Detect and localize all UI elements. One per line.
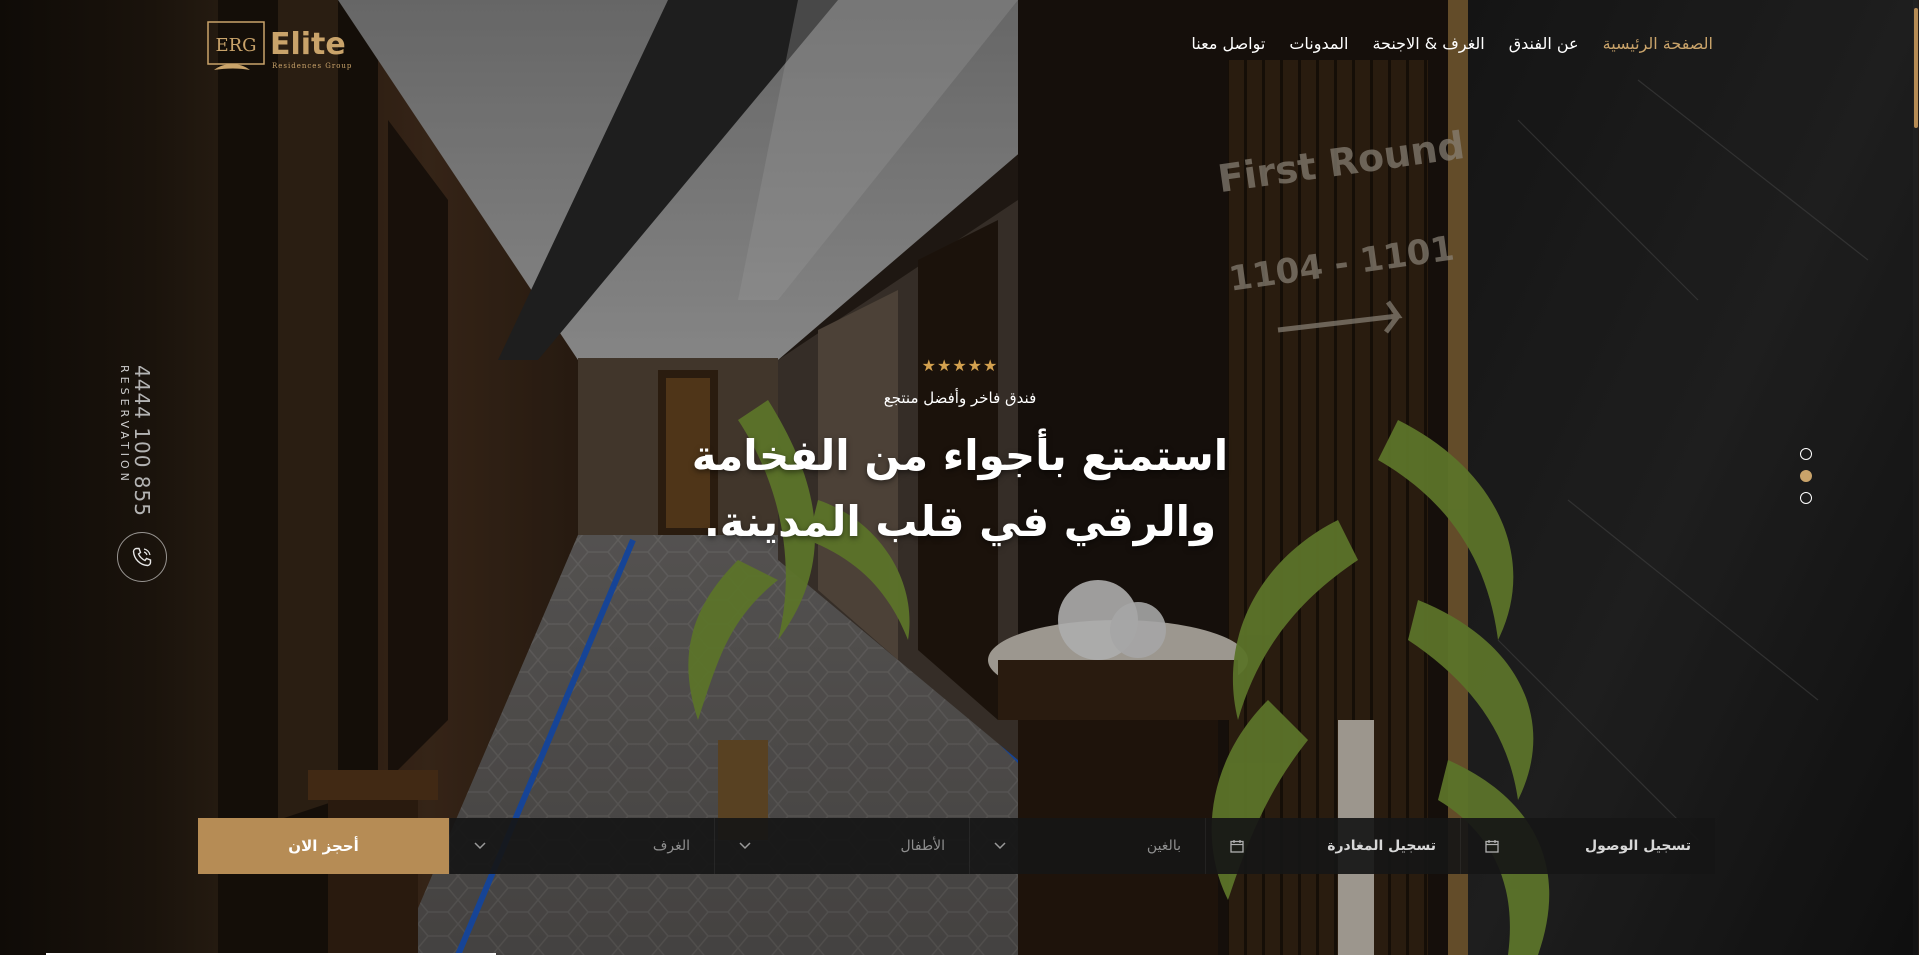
hero-content: ★★★★★ فندق فاخر وأفضل منتجع استمتع بأجوا…	[680, 356, 1240, 555]
phone-icon	[132, 547, 152, 567]
hero-headline-line-2: والرقي في قلب المدينة.	[703, 497, 1217, 546]
rating-stars-icon: ★★★★★	[921, 356, 999, 375]
checkout-date-field[interactable]: تسجيل المغادرة	[1205, 818, 1460, 874]
left-side-panel	[0, 0, 218, 955]
nav-item-home[interactable]: الصفحة الرئيسية	[1603, 34, 1713, 53]
slider-dot-1[interactable]	[1800, 448, 1812, 460]
book-now-button[interactable]: أحجز الان	[198, 818, 449, 874]
nav-item-contact[interactable]: تواصل معنا	[1191, 34, 1265, 53]
scrollbar-thumb[interactable]	[1914, 8, 1918, 128]
chevron-down-icon	[474, 842, 486, 850]
checkout-label: تسجيل المغادرة	[1327, 838, 1436, 854]
checkin-date-field[interactable]: تسجيل الوصول	[1460, 818, 1715, 874]
hero-tagline: فندق فاخر وأفضل منتجع	[883, 389, 1037, 407]
slider-dot-3[interactable]	[1800, 492, 1812, 504]
reservation-number: 4444 100 855	[130, 365, 154, 517]
rooms-select[interactable]: الغرف	[449, 818, 714, 874]
nav-item-rooms[interactable]: الغرف & الاجنحة	[1372, 34, 1484, 53]
phone-call-button[interactable]	[117, 532, 167, 582]
page: First Round 1104 - 1101 ERG Elite Reside…	[0, 0, 1919, 955]
elite-logo[interactable]: ERG Elite Residences Group	[206, 18, 376, 76]
logo-monogram: ERG	[215, 35, 256, 56]
rooms-label: الغرف	[652, 838, 690, 854]
chevron-down-icon	[739, 842, 751, 850]
booking-bar: أحجز الان الغرف الأطفال بالغين تسجيل الم…	[198, 818, 1715, 874]
logo-subtitle: Residences Group	[272, 62, 352, 70]
children-label: الأطفال	[900, 838, 945, 854]
main-navigation: الصفحة الرئيسية عن الفندق الغرف & الاجنح…	[1191, 34, 1713, 53]
adults-label: بالغين	[1146, 838, 1181, 854]
calendar-icon	[1230, 839, 1244, 853]
page-scrollbar[interactable]	[1913, 0, 1919, 955]
hero-headline-line-1: استمتع بأجواء من الفخامة	[691, 431, 1229, 480]
reservation-vertical[interactable]: 4444 100 855 RESERVATION	[110, 365, 160, 517]
calendar-icon	[1485, 839, 1499, 853]
checkin-label: تسجيل الوصول	[1585, 838, 1691, 854]
slider-dot-2[interactable]	[1800, 470, 1812, 482]
adults-select[interactable]: بالغين	[969, 818, 1205, 874]
nav-item-about[interactable]: عن الفندق	[1509, 34, 1579, 53]
chevron-down-icon	[994, 842, 1006, 850]
nav-item-blog[interactable]: المدونات	[1289, 34, 1348, 53]
reservation-label: RESERVATION	[118, 365, 131, 485]
children-select[interactable]: الأطفال	[714, 818, 969, 874]
hero-headline: استمتع بأجواء من الفخامة والرقي في قلب ا…	[680, 423, 1240, 555]
slider-dots	[1800, 448, 1812, 504]
logo-wordmark: Elite	[270, 27, 346, 62]
